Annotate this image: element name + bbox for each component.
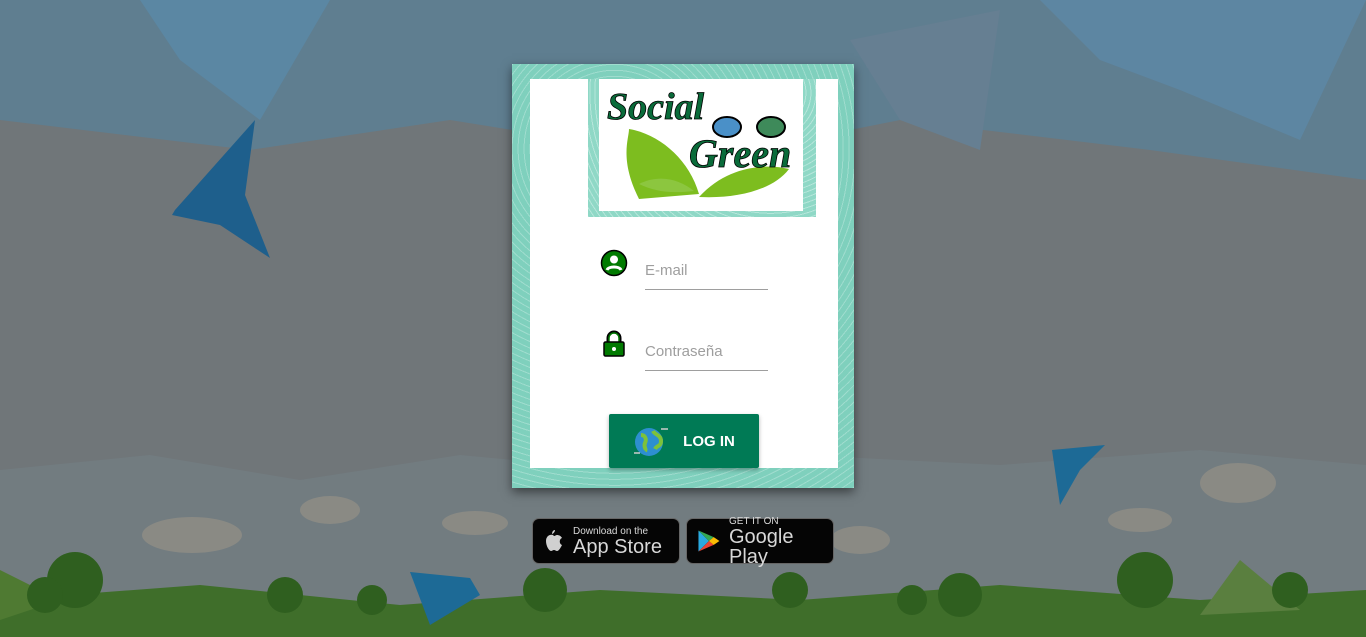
app-store-small-text: Download on the xyxy=(573,525,649,537)
google-play-icon xyxy=(698,530,720,552)
login-card: Social Green LOG IN xyxy=(512,64,854,488)
apple-icon xyxy=(546,530,562,551)
globe-icon xyxy=(634,428,669,456)
password-input[interactable] xyxy=(645,339,768,371)
google-play-big-text: Google Play xyxy=(729,525,794,568)
svg-text:Green: Green xyxy=(689,131,791,176)
svg-text:Social: Social xyxy=(607,86,705,128)
app-store-big-text: App Store xyxy=(573,535,662,558)
social-green-logo: Social Green xyxy=(599,79,803,211)
google-play-badge[interactable]: GET IT ON Google Play xyxy=(686,515,834,568)
login-panel: Social Green LOG IN xyxy=(530,79,838,468)
login-button[interactable]: LOG IN xyxy=(609,414,759,468)
lock-icon xyxy=(603,330,625,357)
app-store-badge[interactable]: Download on the App Store xyxy=(532,518,680,564)
user-circle-icon xyxy=(600,249,628,277)
login-label: LOG IN xyxy=(683,432,735,450)
google-play-small-text: GET IT ON xyxy=(729,515,779,527)
email-input[interactable] xyxy=(645,258,768,290)
logo-frame: Social Green xyxy=(588,79,816,217)
